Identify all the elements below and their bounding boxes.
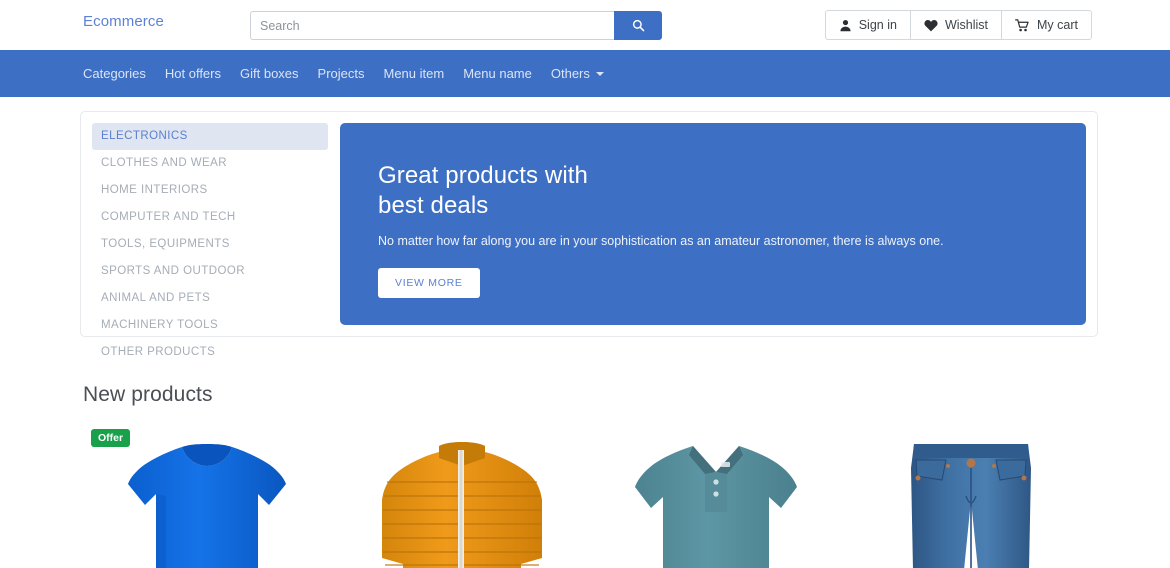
product-card-teal-polo-shirt[interactable] [589,420,844,568]
nav-label: Hot offers [164,66,221,81]
nav-label: Categories [83,66,146,81]
sidebar-item-home-interiors[interactable]: HOME INTERIORS [92,177,328,204]
sidebar-item-other-products[interactable]: OTHER PRODUCTS [92,339,328,366]
cart-icon [1015,18,1030,32]
hero-title-line-2: best deals [378,192,489,219]
new-products-title: New products [83,383,213,406]
product-card-blue-denim-jeans[interactable] [844,420,1099,568]
hero-banner: Great products with best deals No matter… [340,123,1086,325]
header-actions: Sign in Wishlist My cart [824,10,1092,40]
my-cart-button[interactable]: My cart [1001,10,1092,40]
orange-puffer-jacket-image [381,442,542,568]
nav-label: Menu name [463,66,532,81]
nav-label: Gift boxes [240,66,299,81]
heart-icon [924,19,938,32]
sidebar-item-computer-and-tech[interactable]: COMPUTER AND TECH [92,204,328,231]
nav-item-gift-boxes[interactable]: Gift boxes [240,66,299,81]
category-sidebar: ELECTRONICS CLOTHES AND WEAR HOME INTERI… [92,123,328,358]
user-icon [839,19,852,32]
product-card-orange-puffer-jacket[interactable] [335,420,590,568]
nav-item-projects[interactable]: Projects [318,66,365,81]
status-badge: Offer [91,429,131,447]
blue-t-shirt-image [128,444,287,568]
sign-in-button[interactable]: Sign in [824,10,911,40]
search-button[interactable] [614,11,662,40]
nav-item-hot-offers[interactable]: Hot offers [165,66,221,81]
hero-title: Great products with best deals [378,161,1056,221]
hero-card: ELECTRONICS CLOTHES AND WEAR HOME INTERI… [80,111,1098,358]
new-products-grid: Offer [80,420,1098,568]
view-more-button[interactable]: VIEW MORE [378,268,480,298]
wishlist-label: Wishlist [944,18,989,32]
sidebar-item-machinery-tools[interactable]: MACHINERY TOOLS [92,312,328,339]
teal-polo-shirt-image [635,446,798,568]
hero-subtitle: No matter how far along you are in your … [378,234,944,248]
sign-in-label: Sign in [858,18,897,32]
nav-label: Menu item [383,66,445,81]
main-navigation: Categories Hot offers Gift boxes Project… [0,50,1170,97]
search-icon [632,19,645,32]
product-card-blue-t-shirt[interactable]: Offer [80,420,335,568]
sidebar-item-electronics[interactable]: ELECTRONICS [92,123,328,150]
search-bar [250,11,662,40]
page-content: ELECTRONICS CLOTHES AND WEAR HOME INTERI… [0,111,1170,568]
search-input[interactable] [250,11,614,40]
sidebar-item-animal-and-pets[interactable]: ANIMAL AND PETS [92,285,328,312]
nav-item-menu-item[interactable]: Menu item [384,66,445,81]
nav-item-others[interactable]: Others [551,66,604,81]
sidebar-item-sports-and-outdoor[interactable]: SPORTS AND OUTDOOR [92,258,328,285]
nav-label: Others [550,66,590,81]
nav-label: Projects [317,66,365,81]
brand-logo[interactable]: Ecommerce [83,13,164,30]
chevron-down-icon [595,71,604,76]
blue-denim-jeans-image [910,444,1031,568]
sidebar-item-tools-equipments[interactable]: TOOLS, EQUIPMENTS [92,231,328,258]
top-header: Ecommerce Sign in [0,0,1170,50]
wishlist-button[interactable]: Wishlist [909,10,1003,40]
my-cart-label: My cart [1037,18,1078,32]
hero-title-line-1: Great products with [378,162,588,189]
nav-item-menu-name[interactable]: Menu name [463,66,532,81]
sidebar-item-clothes-and-wear[interactable]: CLOTHES AND WEAR [92,150,328,177]
nav-item-categories[interactable]: Categories [83,66,146,81]
